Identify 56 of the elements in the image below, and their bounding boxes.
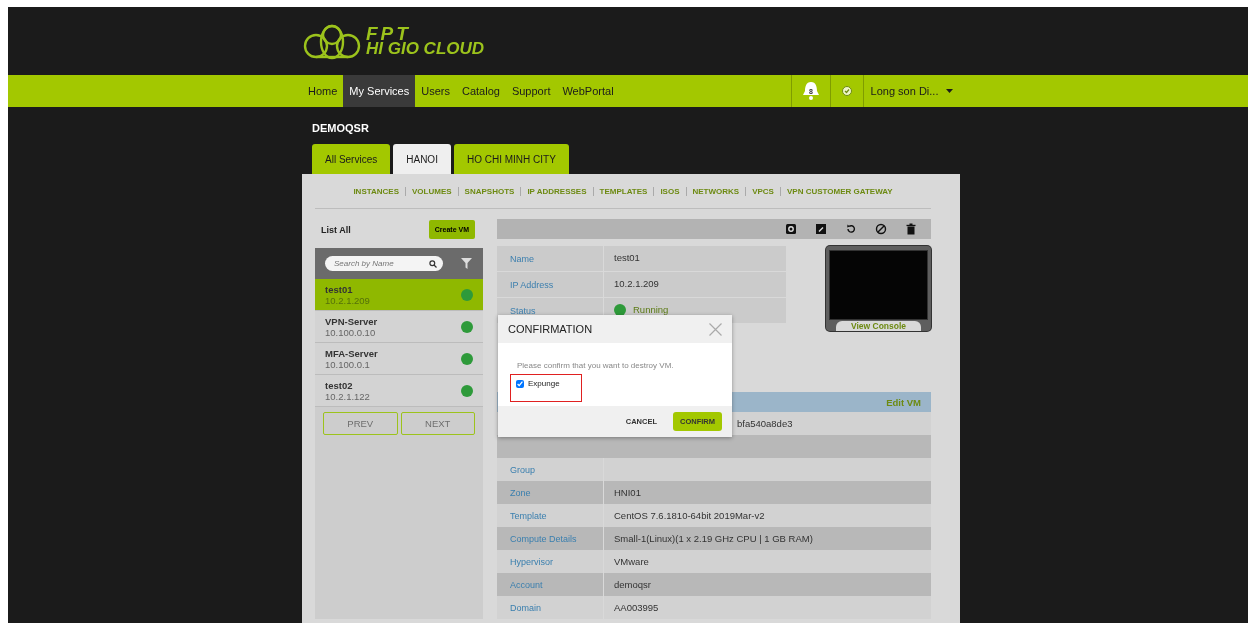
field-value: VMware	[613, 555, 650, 569]
field-value: CentOS 7.6.1810-64bit 2019Mar-v2	[613, 509, 766, 523]
user-menu[interactable]: Long son Di...	[863, 75, 960, 107]
dialog-title: CONFIRMATION	[508, 323, 593, 335]
vm-name: VPN-Server	[325, 315, 378, 327]
nav-link[interactable]: Support	[505, 75, 557, 107]
field-value: Small-1(Linux)(1 x 2.19 GHz CPU | 1 GB RAM)	[613, 532, 814, 546]
vm-ip: 10.100.0.10	[325, 326, 377, 338]
vm-list-item[interactable]: MFA-Server 10.100.0.1	[315, 343, 483, 375]
vm-ip: 10.100.0.1	[325, 358, 371, 370]
next-button[interactable]: NEXT	[400, 412, 475, 435]
block-icon[interactable]	[875, 223, 887, 235]
vm-ip: 10.2.1.122	[325, 390, 370, 402]
field-value: AA003995	[613, 601, 660, 615]
vm-list-item[interactable]: test01 10.2.1.209	[315, 279, 483, 311]
field-value: Running	[633, 304, 669, 315]
trash-icon[interactable]	[905, 223, 917, 235]
region-tab[interactable]: All Services	[312, 144, 391, 174]
dialog-message: Please confirm that you want to destroy VM.	[517, 361, 675, 370]
field-value: HNI01	[613, 486, 642, 500]
vm-list-item[interactable]: test02 10.2.1.122	[315, 375, 483, 407]
checkbox-label: Expunge	[528, 379, 560, 388]
vm-ip: 10.2.1.209	[325, 294, 370, 306]
nav-link[interactable]: WebPortal	[556, 75, 620, 107]
nav-link[interactable]: My Services	[343, 75, 416, 107]
nav-link[interactable]: Catalog	[456, 75, 506, 107]
customer-name: DEMOQSR	[311, 121, 370, 136]
field-value: demoqsr	[613, 578, 652, 592]
vm-list-item[interactable]: VPN-Server 10.100.0.10	[315, 311, 483, 343]
filter-icon[interactable]	[461, 258, 472, 269]
expunge-checkbox[interactable]	[516, 379, 524, 388]
field-label: IP Address	[497, 272, 604, 297]
search-field[interactable]: Search by Name	[325, 256, 443, 271]
logo-subtitle: HI GIO CLOUD	[366, 41, 485, 56]
field-value: bfa540a8de3	[736, 417, 794, 431]
logo-icon	[302, 22, 362, 60]
nav-link[interactable]: Users	[415, 75, 456, 107]
vm-name: test01	[325, 283, 354, 295]
region-tab[interactable]: HANOI	[393, 144, 451, 174]
region-tab[interactable]: HO CHI MINH CITY	[453, 144, 569, 174]
list-title: List All	[321, 224, 351, 235]
check-icon[interactable]	[842, 86, 852, 96]
field-label: Domain	[497, 596, 604, 619]
field-label: Name	[497, 246, 604, 271]
field-value: test01	[613, 251, 641, 265]
bell-icon[interactable]	[802, 81, 820, 101]
logo-text: FPT	[366, 26, 411, 41]
nav-link[interactable]: Home	[302, 75, 344, 107]
search-icon	[429, 259, 437, 268]
vm-name: MFA-Server	[325, 347, 378, 359]
caret-icon	[946, 89, 954, 93]
refresh-icon[interactable]	[845, 223, 857, 235]
settings-icon[interactable]	[785, 223, 797, 235]
field-value: 10.2.1.209	[613, 277, 660, 291]
edit-icon[interactable]	[815, 223, 827, 235]
vm-name: test02	[325, 379, 354, 391]
